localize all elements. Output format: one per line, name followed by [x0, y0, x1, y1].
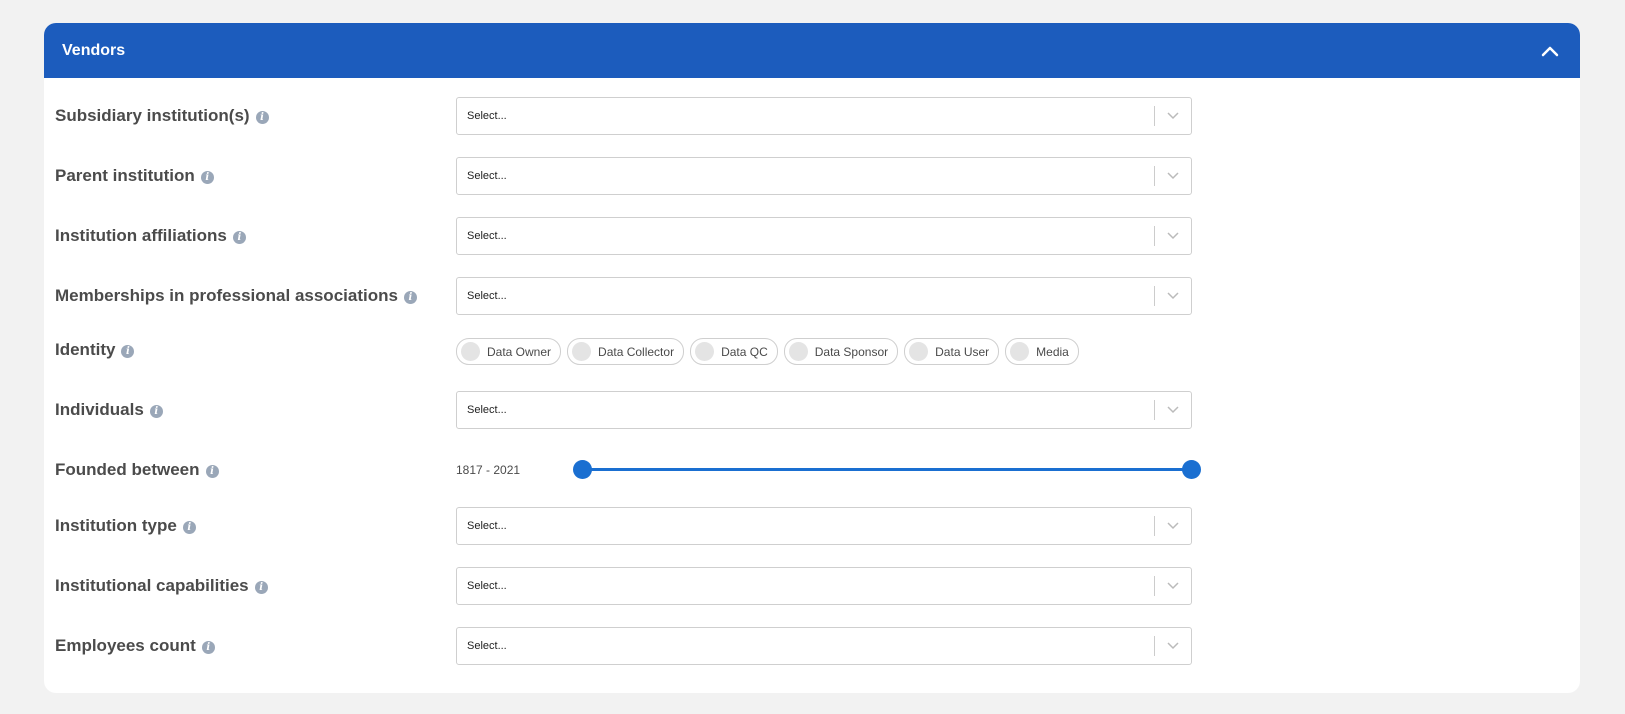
info-icon[interactable]: i — [255, 111, 269, 124]
info-icon[interactable]: i — [205, 465, 219, 478]
parent-row: Parent institution i Select... — [44, 157, 1580, 195]
select-placeholder: Select... — [467, 170, 507, 182]
memberships-label: Memberships in professional associations — [55, 286, 398, 305]
panel-header[interactable]: Vendors — [44, 23, 1580, 78]
chevron-down-icon[interactable] — [1155, 582, 1191, 590]
select-placeholder: Select... — [467, 520, 507, 532]
identity-label: Identity — [55, 340, 116, 359]
identity-chip-data-collector[interactable]: Data Collector — [567, 338, 685, 365]
checkbox-circle — [461, 342, 480, 361]
parent-label: Parent institution — [55, 166, 195, 185]
chevron-down-icon[interactable] — [1155, 406, 1191, 414]
chip-label: Media — [1036, 344, 1069, 359]
subsidiary-row: Subsidiary institution(s) i Select... — [44, 97, 1580, 135]
identity-chip-data-user[interactable]: Data User — [904, 338, 1000, 365]
info-icon[interactable]: i — [149, 405, 163, 418]
chevron-down-icon[interactable] — [1155, 172, 1191, 180]
identity-row: Identity i Data Owner Data Collector Dat… — [44, 335, 1580, 373]
chevron-down-icon[interactable] — [1155, 112, 1191, 120]
select-placeholder: Select... — [467, 290, 507, 302]
institution-type-label: Institution type — [55, 516, 177, 535]
individuals-row: Individuals i Select... — [44, 391, 1580, 429]
checkbox-circle — [1010, 342, 1030, 361]
checkbox-circle — [788, 342, 808, 361]
chip-label: Data User — [935, 344, 990, 359]
memberships-select[interactable]: Select... — [456, 277, 1192, 315]
chevron-up-icon[interactable] — [1538, 39, 1562, 63]
identity-chips: Data Owner Data Collector Data QC Data S… — [456, 338, 1079, 365]
identity-chip-data-sponsor[interactable]: Data Sponsor — [783, 338, 899, 365]
institution-type-row: Institution type i Select... — [44, 507, 1580, 545]
select-placeholder: Select... — [467, 404, 507, 416]
founded-slider-track[interactable] — [582, 468, 1192, 471]
chip-label: Data Owner — [487, 344, 552, 359]
info-icon[interactable]: i — [121, 345, 135, 358]
affiliations-select[interactable]: Select... — [456, 217, 1192, 255]
checkbox-circle — [695, 342, 715, 361]
subsidiary-select[interactable]: Select... — [456, 97, 1192, 135]
founded-slider-min-thumb[interactable] — [573, 460, 592, 479]
info-icon[interactable]: i — [403, 291, 417, 304]
capabilities-label: Institutional capabilities — [55, 576, 249, 595]
checkbox-circle — [909, 342, 929, 361]
memberships-row: Memberships in professional associations… — [44, 277, 1580, 315]
parent-select[interactable]: Select... — [456, 157, 1192, 195]
founded-label: Founded between — [55, 460, 200, 479]
founded-range-text: 1817 - 2021 — [456, 463, 521, 477]
chip-label: Data Sponsor — [814, 344, 889, 359]
chip-label: Data QC — [721, 344, 768, 359]
chevron-down-icon[interactable] — [1155, 232, 1191, 240]
individuals-label: Individuals — [55, 400, 144, 419]
individuals-select[interactable]: Select... — [456, 391, 1192, 429]
identity-chip-data-owner[interactable]: Data Owner — [456, 338, 562, 365]
chevron-down-icon[interactable] — [1155, 292, 1191, 300]
identity-chip-media[interactable]: Media — [1005, 338, 1079, 365]
info-icon[interactable]: i — [254, 581, 268, 594]
select-placeholder: Select... — [467, 640, 507, 652]
capabilities-select[interactable]: Select... — [456, 567, 1192, 605]
select-placeholder: Select... — [467, 110, 507, 122]
chevron-down-icon[interactable] — [1155, 642, 1191, 650]
chip-label: Data Collector — [598, 344, 675, 359]
employees-select[interactable]: Select... — [456, 627, 1192, 665]
founded-row: Founded between i 1817 - 2021 — [44, 451, 1580, 489]
employees-row: Employees count i Select... — [44, 627, 1580, 665]
info-icon[interactable]: i — [232, 231, 246, 244]
employees-label: Employees count — [55, 636, 196, 655]
affiliations-row: Institution affiliations i Select... — [44, 217, 1580, 255]
vendors-panel: Vendors Subsidiary institution(s) i Sele… — [44, 23, 1580, 693]
subsidiary-label: Subsidiary institution(s) — [55, 106, 250, 125]
info-icon[interactable]: i — [200, 171, 214, 184]
info-icon[interactable]: i — [201, 641, 215, 654]
affiliations-label: Institution affiliations — [55, 226, 227, 245]
chevron-down-icon[interactable] — [1155, 522, 1191, 530]
identity-chip-data-qc[interactable]: Data QC — [690, 338, 778, 365]
institution-type-select[interactable]: Select... — [456, 507, 1192, 545]
founded-slider-max-thumb[interactable] — [1182, 460, 1201, 479]
checkbox-circle — [572, 342, 592, 361]
select-placeholder: Select... — [467, 230, 507, 242]
info-icon[interactable]: i — [182, 521, 196, 534]
select-placeholder: Select... — [467, 580, 507, 592]
panel-title: Vendors — [62, 41, 126, 59]
capabilities-row: Institutional capabilities i Select... — [44, 567, 1580, 605]
